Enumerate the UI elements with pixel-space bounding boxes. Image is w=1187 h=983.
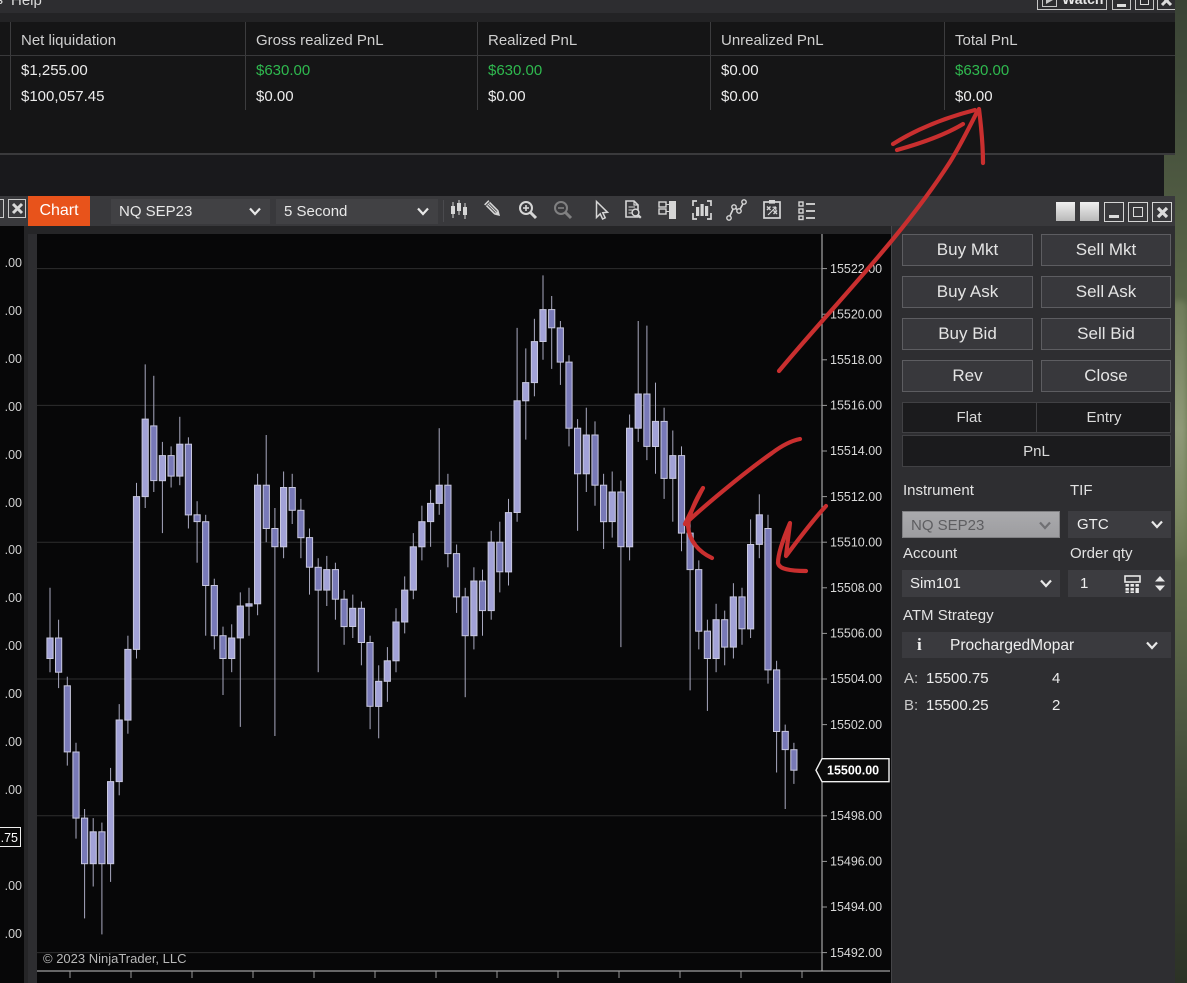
svg-text:15498.00: 15498.00 <box>830 809 882 823</box>
svg-text:15512.00: 15512.00 <box>830 490 882 504</box>
svg-text:15514.00: 15514.00 <box>830 444 882 458</box>
svg-text:15508.00: 15508.00 <box>830 581 882 595</box>
svg-text:15496.00: 15496.00 <box>830 855 882 869</box>
svg-text:15520.00: 15520.00 <box>830 307 882 321</box>
svg-text:15510.00: 15510.00 <box>830 535 882 549</box>
svg-text:15504.00: 15504.00 <box>830 672 882 686</box>
svg-text:15494.00: 15494.00 <box>830 900 882 914</box>
svg-text:15518.00: 15518.00 <box>830 353 882 367</box>
svg-text:15516.00: 15516.00 <box>830 399 882 413</box>
svg-text:© 2023 NinjaTrader, LLC: © 2023 NinjaTrader, LLC <box>43 951 187 966</box>
svg-text:15506.00: 15506.00 <box>830 627 882 641</box>
svg-text:15502.00: 15502.00 <box>830 718 882 732</box>
svg-text:15492.00: 15492.00 <box>830 946 882 960</box>
svg-text:15522.00: 15522.00 <box>830 262 882 276</box>
svg-text:15500.00: 15500.00 <box>827 764 879 778</box>
